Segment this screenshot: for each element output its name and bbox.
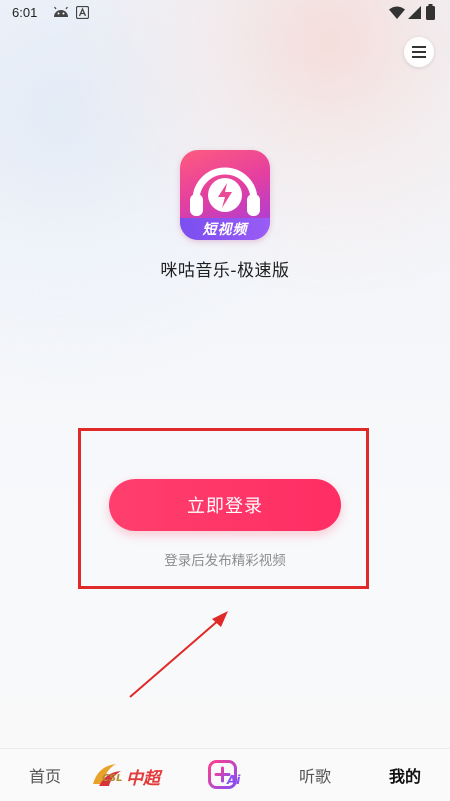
wifi-icon	[389, 6, 405, 24]
menu-button[interactable]	[404, 37, 434, 67]
nav-item-listen-label: 听歌	[298, 767, 331, 786]
annotation-arrow	[129, 611, 228, 698]
login-hint: 登录后发布精彩视频	[164, 553, 286, 569]
hamburger-menu-icon	[412, 46, 426, 58]
nav-item-listen[interactable]: 听歌	[282, 749, 348, 801]
app-logo: 短视频	[180, 150, 270, 240]
nav-item-ai[interactable]: Ai	[196, 749, 256, 801]
login-button[interactable]: 立即登录	[109, 479, 341, 531]
csl-sub-label: CSL	[102, 773, 123, 784]
nav-item-home-label: 首页	[28, 767, 61, 786]
battery-icon	[426, 4, 435, 24]
bottom-nav: 首页 CSL 中超 Ai 听歌 我的	[0, 748, 450, 801]
nav-item-home[interactable]: 首页	[12, 749, 78, 801]
cellular-signal-icon	[408, 6, 421, 24]
status-bar: 6:01	[0, 0, 450, 26]
nav-item-mine-label: 我的	[388, 767, 421, 786]
nav-item-mine[interactable]: 我的	[372, 749, 438, 801]
a-badge-icon	[75, 5, 90, 23]
logo-badge-text: 短视频	[202, 222, 248, 238]
ai-label: Ai	[227, 773, 241, 787]
android-robot-icon	[52, 6, 70, 22]
ai-create-icon: Ai	[208, 760, 244, 790]
csl-logo-icon: CSL 中超	[90, 758, 162, 792]
nav-item-csl[interactable]: CSL 中超	[88, 749, 164, 801]
status-time: 6:01	[12, 5, 38, 20]
csl-label: 中超	[126, 769, 160, 789]
app-name: 咪咕音乐-极速版	[160, 261, 290, 281]
logo-badge: 短视频	[180, 218, 270, 240]
